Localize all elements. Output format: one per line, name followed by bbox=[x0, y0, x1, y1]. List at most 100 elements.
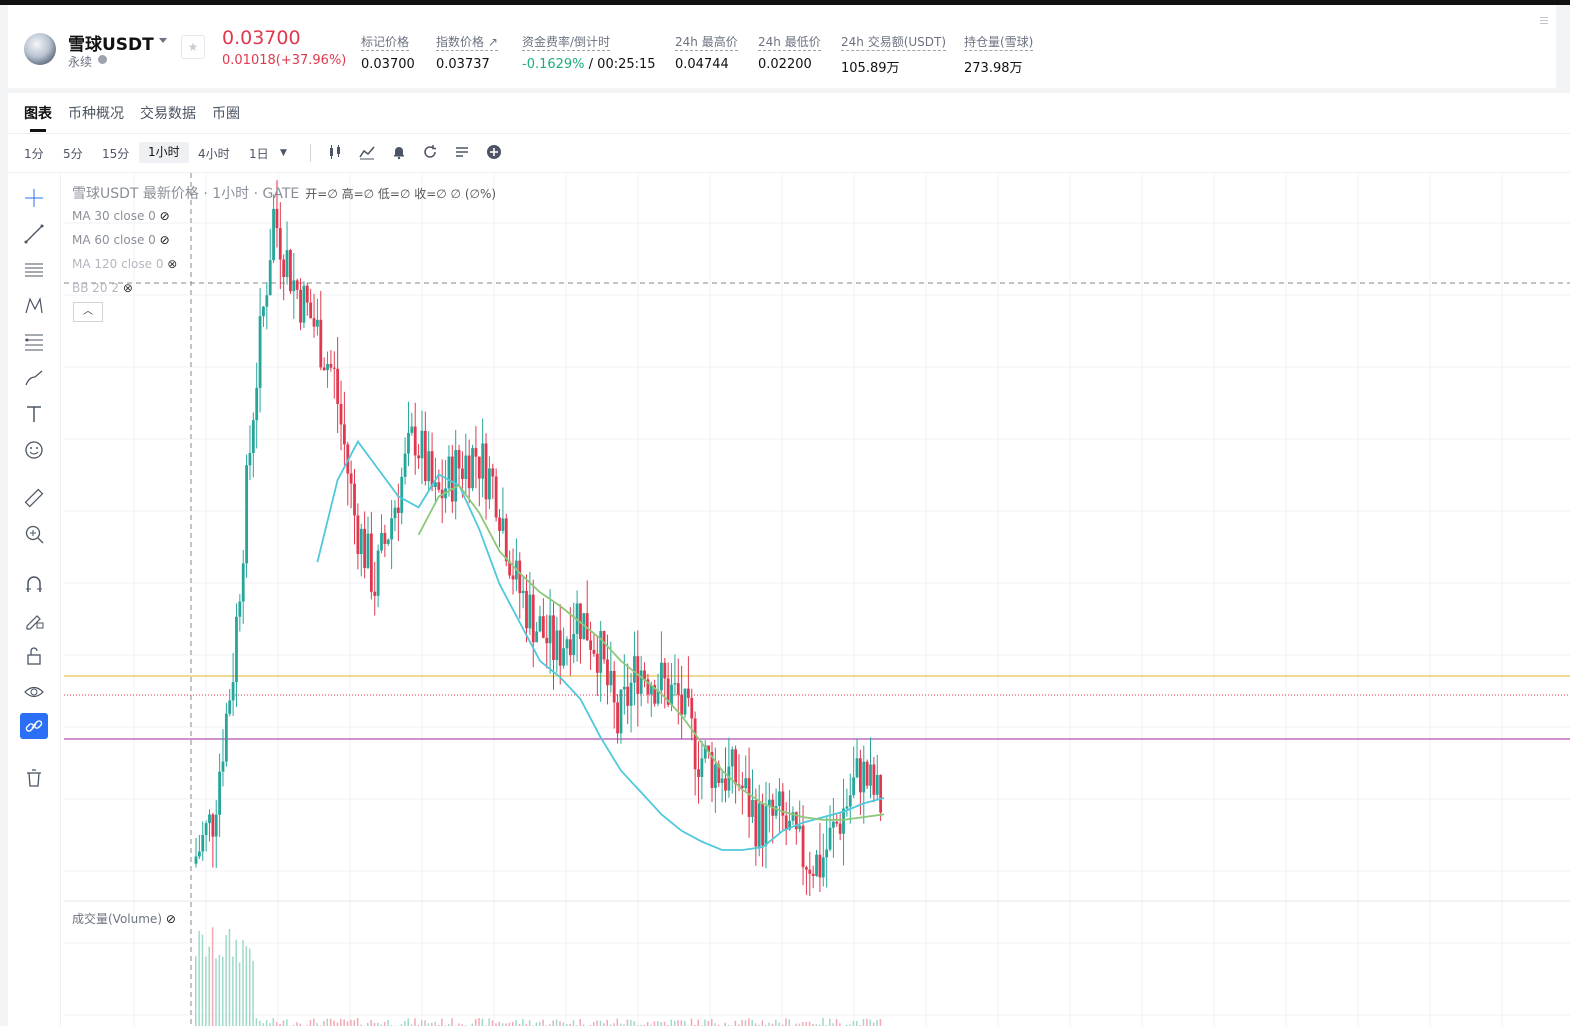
star-icon[interactable]: ★ bbox=[181, 35, 205, 59]
candle-type-icon[interactable] bbox=[327, 144, 343, 164]
candle-body bbox=[262, 306, 265, 317]
volume-bar bbox=[579, 1019, 581, 1026]
refresh-icon[interactable] bbox=[422, 144, 438, 164]
candle-body bbox=[801, 825, 805, 868]
candle-body bbox=[390, 518, 394, 540]
magnet-icon[interactable] bbox=[20, 571, 48, 597]
volume-bar bbox=[592, 1022, 595, 1026]
volume-bar bbox=[228, 928, 231, 1026]
interval-4h[interactable]: 4小时 bbox=[198, 145, 230, 162]
eye-off-icon[interactable]: ⊘ bbox=[160, 209, 170, 223]
volume-bar bbox=[596, 1020, 598, 1026]
tab-community[interactable]: 币圈 bbox=[212, 103, 240, 123]
coin-name[interactable]: 雪球USDT bbox=[68, 30, 154, 55]
zoom-in-icon[interactable] bbox=[20, 521, 48, 547]
stat-index-price[interactable]: 指数价格 ↗ 0.03737 bbox=[436, 31, 498, 72]
brush-icon[interactable] bbox=[20, 365, 48, 391]
volume-bar bbox=[822, 1018, 824, 1026]
candle-body bbox=[393, 507, 397, 519]
hidden-eye-icon[interactable]: ⊗ bbox=[123, 281, 133, 295]
candle-body bbox=[194, 856, 198, 864]
volume-bar bbox=[377, 1022, 379, 1026]
tab-trading-data[interactable]: 交易数据 bbox=[140, 103, 196, 123]
candle-body bbox=[251, 420, 255, 454]
horizontal-lines-icon[interactable] bbox=[20, 257, 48, 283]
candle-body bbox=[407, 432, 410, 454]
interval-1h[interactable]: 1小时 bbox=[139, 142, 189, 163]
drawing-toolbar bbox=[8, 173, 61, 1026]
tab-coin-overview[interactable]: 币种概况 bbox=[68, 103, 124, 123]
candle-body bbox=[373, 591, 377, 596]
pattern-icon[interactable] bbox=[20, 293, 48, 319]
indicators-icon[interactable] bbox=[359, 144, 375, 164]
volume-bar bbox=[869, 1019, 872, 1026]
candle-body bbox=[329, 363, 333, 368]
candle-body bbox=[609, 670, 613, 686]
candle-body bbox=[680, 694, 684, 715]
candle-body bbox=[228, 700, 232, 714]
volume-bar bbox=[491, 1020, 494, 1026]
legend-ma120[interactable]: MA 120 close 0 ⊗ bbox=[72, 257, 177, 271]
interval-5m[interactable]: 5分 bbox=[63, 145, 83, 162]
volume-bar bbox=[313, 1018, 315, 1026]
hidden-eye-icon[interactable]: ⊗ bbox=[167, 257, 177, 271]
interval-dropdown-icon[interactable]: ▼ bbox=[280, 148, 287, 158]
volume-bar bbox=[775, 1019, 777, 1026]
candle-body bbox=[764, 806, 768, 846]
ohlc-readout: 开=∅ 高=∅ 低=∅ 收=∅ ∅ (∅%) bbox=[305, 187, 497, 201]
settings-list-icon[interactable] bbox=[454, 144, 470, 164]
link-icon[interactable] bbox=[20, 713, 48, 739]
candle-body bbox=[477, 456, 481, 479]
legend-ma60[interactable]: MA 60 close 0 ⊘ bbox=[72, 233, 170, 247]
trash-icon[interactable] bbox=[20, 765, 48, 791]
interval-1m[interactable]: 1分 bbox=[24, 145, 44, 162]
candle-body bbox=[612, 670, 616, 703]
legend-ma30[interactable]: MA 30 close 0 ⊘ bbox=[72, 209, 170, 223]
candle-body bbox=[494, 476, 498, 518]
volume-bar bbox=[235, 939, 237, 1026]
unlock-icon[interactable] bbox=[20, 643, 48, 669]
candle-body bbox=[309, 302, 313, 319]
candle-body bbox=[825, 849, 829, 858]
emoji-icon[interactable] bbox=[20, 437, 48, 463]
active-tab-indicator bbox=[30, 129, 46, 132]
candle-body bbox=[754, 800, 758, 847]
tab-chart[interactable]: 图表 bbox=[24, 103, 52, 123]
crosshair-icon[interactable] bbox=[20, 185, 48, 211]
text-icon[interactable] bbox=[20, 401, 48, 427]
volume-label: 成交量(Volume) ⊘ bbox=[72, 912, 176, 926]
candle-body bbox=[879, 774, 883, 813]
lock-drawing-icon[interactable] bbox=[20, 607, 48, 633]
chevron-down-icon[interactable] bbox=[159, 38, 167, 43]
volume-bar bbox=[690, 1018, 693, 1026]
candles bbox=[194, 180, 883, 897]
candle-body bbox=[798, 825, 802, 830]
add-icon[interactable] bbox=[486, 144, 502, 164]
interval-15m[interactable]: 15分 bbox=[102, 145, 129, 162]
volume-bar bbox=[788, 1019, 791, 1026]
candle-body bbox=[757, 803, 761, 847]
candle-body bbox=[231, 682, 235, 701]
menu-icon[interactable] bbox=[1540, 17, 1548, 26]
trend-line-icon[interactable] bbox=[20, 221, 48, 247]
ruler-icon[interactable] bbox=[20, 485, 48, 511]
eye-icon[interactable] bbox=[20, 679, 48, 705]
info-icon[interactable] bbox=[98, 55, 107, 64]
eye-off-icon[interactable]: ⊘ bbox=[160, 233, 170, 247]
candle-body bbox=[673, 683, 677, 685]
interval-1d[interactable]: 1日 bbox=[249, 145, 269, 162]
candle-body bbox=[690, 697, 694, 719]
price-chart[interactable] bbox=[64, 173, 1570, 1026]
candle-body bbox=[332, 367, 336, 369]
candle-body bbox=[521, 590, 525, 594]
volume-bar bbox=[211, 927, 214, 1026]
volume-bar bbox=[670, 1019, 673, 1026]
alert-icon[interactable] bbox=[391, 144, 407, 164]
candle-body bbox=[595, 653, 599, 673]
legend-bb[interactable]: BB 20 2 ⊗ bbox=[72, 281, 133, 295]
candle-body bbox=[366, 533, 370, 568]
eye-off-icon[interactable]: ⊘ bbox=[166, 912, 176, 926]
candle-body bbox=[828, 827, 832, 850]
fib-icon[interactable] bbox=[20, 329, 48, 355]
collapse-legend-button[interactable]: ︿ bbox=[73, 302, 103, 322]
